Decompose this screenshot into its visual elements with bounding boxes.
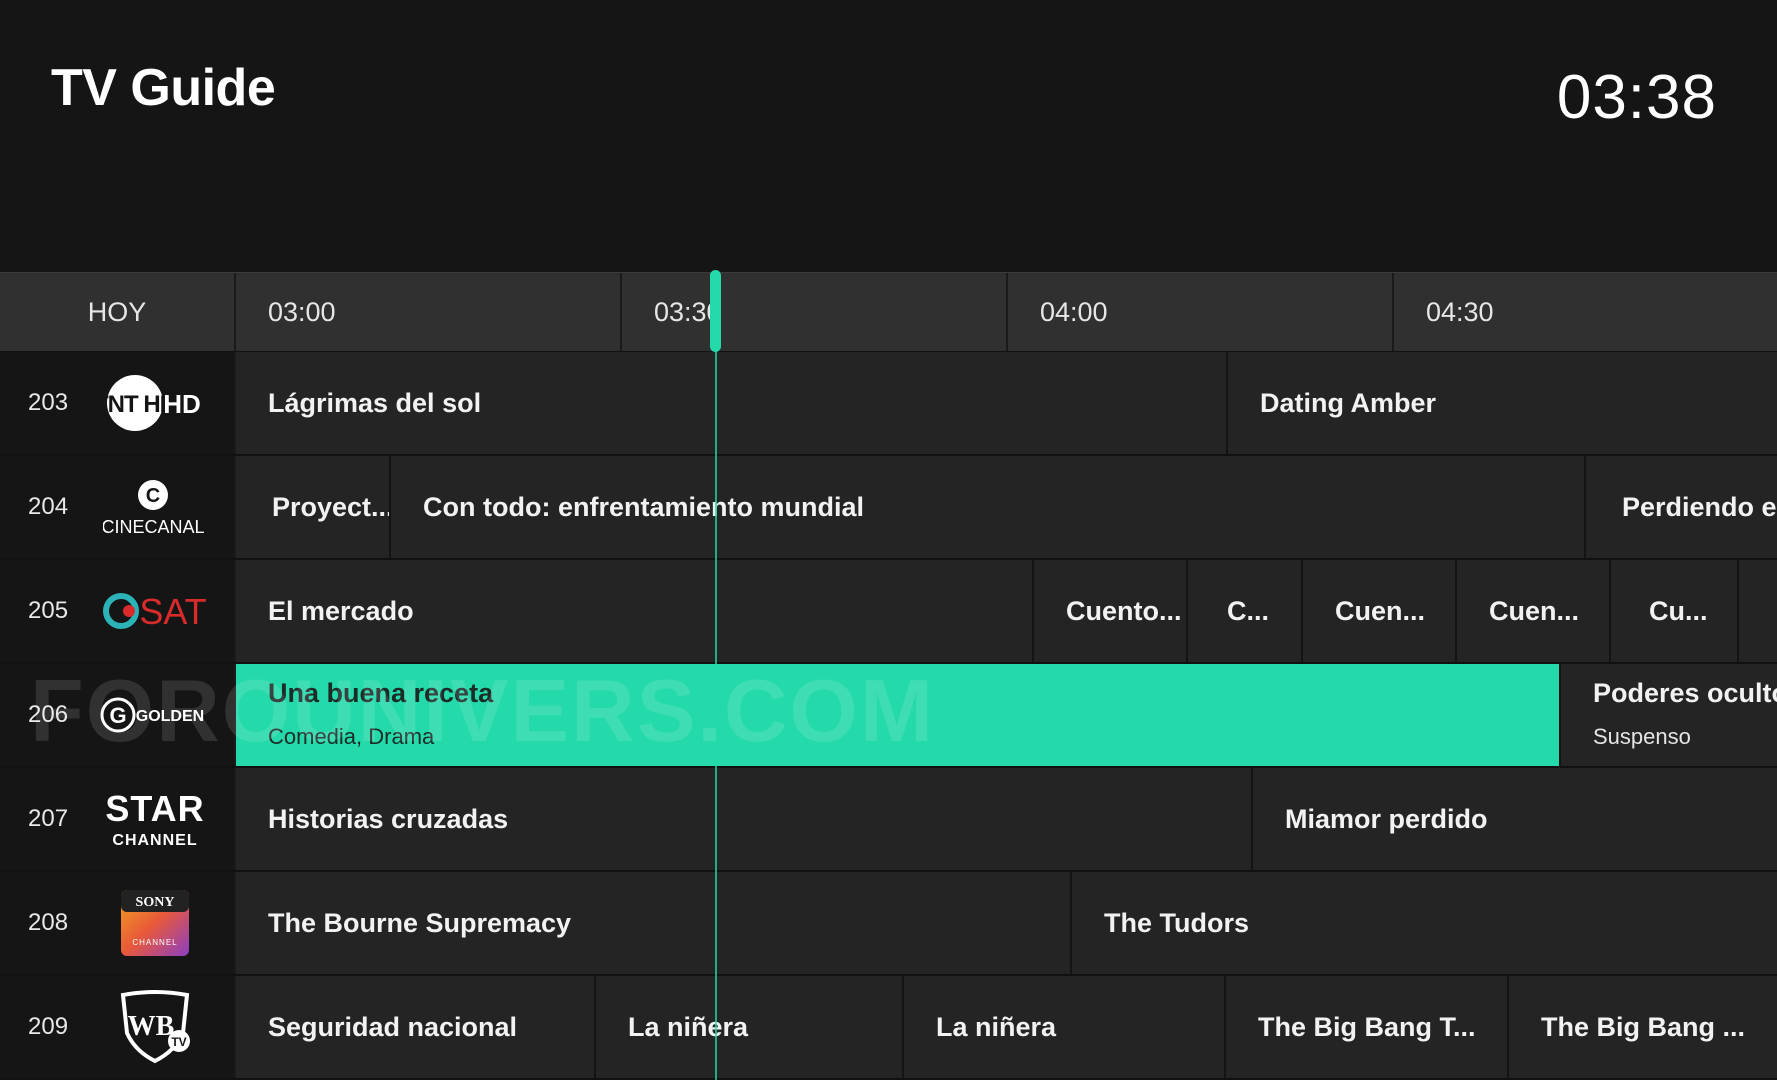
- program-title: Poderes ocultos: [1593, 678, 1777, 708]
- star-channel-logo: STAR CHANNEL: [100, 774, 210, 864]
- time-slot: 03:00: [236, 273, 622, 351]
- program-title: El mercado: [268, 595, 414, 626]
- program-cell[interactable]: Lágrimas del sol: [236, 352, 1228, 454]
- program-cell[interactable]: La niñera: [904, 976, 1226, 1078]
- time-slot: 04:30: [1426, 296, 1494, 327]
- program-cell[interactable]: Proyect...: [236, 456, 391, 558]
- sony-channel-logo: SONY CHANNEL: [100, 878, 210, 968]
- svg-text:STAR: STAR: [105, 788, 204, 829]
- timeline-header: HOY 03:00 03:30 04:00 04:30: [0, 272, 1777, 353]
- channel-row-208: 208 SONY CHANNEL The Bourne Supremacy Th…: [0, 872, 1777, 976]
- program-title: C...: [1227, 595, 1270, 626]
- program-cell[interactable]: Con todo: enfrentamiento mundial: [391, 456, 1586, 558]
- svg-text:CHANNEL: CHANNEL: [112, 832, 197, 849]
- program-title: Dating Amber: [1260, 387, 1437, 418]
- channel-number: 204: [28, 493, 69, 520]
- program-title: Cuen...: [1335, 595, 1426, 626]
- channel-cell[interactable]: 206 G GOLDEN: [0, 664, 236, 766]
- svg-text:GOLDEN: GOLDEN: [136, 708, 204, 725]
- svg-text:G: G: [109, 703, 126, 728]
- program-cell[interactable]: Perdiendo el: [1586, 456, 1777, 558]
- program-title: The Big Bang ...: [1541, 1011, 1746, 1042]
- program-cell[interactable]: C...: [1188, 560, 1303, 662]
- program-title: Cu...: [1649, 595, 1708, 626]
- program-title: Una buena receta: [268, 678, 494, 708]
- program-cell[interactable]: [1739, 560, 1777, 662]
- current-time-line: [715, 350, 717, 1080]
- program-cell[interactable]: Miamor perdido: [1253, 768, 1777, 870]
- program-title: Cuen...: [1489, 595, 1580, 626]
- current-time-marker: [710, 270, 721, 352]
- channel-row-207: 207 STAR CHANNEL Historias cruzadas Miam…: [0, 768, 1777, 872]
- program-cell[interactable]: El mercado: [236, 560, 1034, 662]
- program-title: Historias cruzadas: [268, 803, 509, 834]
- svg-text:TV: TV: [171, 1035, 186, 1049]
- program-cell[interactable]: Cuento...: [1034, 560, 1188, 662]
- svg-text:SONY: SONY: [136, 895, 175, 910]
- program-cell[interactable]: Cuen...: [1303, 560, 1457, 662]
- channel-cell[interactable]: 207 STAR CHANNEL: [0, 768, 236, 870]
- channel-row-204: 204 C CINECANAL Proyect... Con todo: enf…: [0, 456, 1777, 560]
- clock: 03:38: [1556, 63, 1717, 132]
- channel-row-209: 209 WB TV Seguridad nacional La niñera L…: [0, 976, 1777, 1080]
- program-title: La niñera: [628, 1011, 749, 1042]
- program-title: Proyect...: [272, 491, 391, 522]
- program-title: Seguridad nacional: [268, 1011, 518, 1042]
- program-cell[interactable]: Cu...: [1611, 560, 1739, 662]
- channel-cell[interactable]: 203 TNT HD HD: [0, 352, 236, 454]
- program-cell[interactable]: Dating Amber: [1228, 352, 1777, 454]
- program-title: Cuento...: [1066, 595, 1182, 626]
- program-title: Miamor perdido: [1285, 803, 1488, 834]
- channel-cell[interactable]: 208 SONY CHANNEL: [0, 872, 236, 974]
- program-title: The Bourne Supremacy: [268, 907, 572, 938]
- program-title: Con todo: enfrentamiento mundial: [423, 491, 864, 522]
- program-cell[interactable]: Cuen...: [1457, 560, 1611, 662]
- day-label: HOY: [0, 273, 236, 351]
- channel-number: 203: [28, 389, 69, 416]
- program-cell[interactable]: La niñera: [596, 976, 904, 1078]
- svg-text:CINECANAL: CINECANAL: [103, 517, 205, 537]
- channel-number: 208: [28, 909, 69, 936]
- svg-text:CHANNEL: CHANNEL: [132, 938, 177, 947]
- program-title: Perdiendo el: [1622, 491, 1777, 522]
- time-slot: 04:00: [1008, 273, 1394, 351]
- program-title: The Big Bang T...: [1258, 1011, 1476, 1042]
- channel-number: 206: [28, 701, 69, 728]
- program-cell[interactable]: Seguridad nacional: [236, 976, 596, 1078]
- program-title: Lágrimas del sol: [268, 387, 482, 418]
- program-cell[interactable]: Historias cruzadas: [236, 768, 1253, 870]
- svg-text:C: C: [146, 485, 160, 507]
- svg-text:WB: WB: [128, 1011, 175, 1042]
- channel-row-206: 206 G GOLDEN Una buena receta Comedia, D…: [0, 664, 1777, 768]
- program-cell[interactable]: The Big Bang ...: [1509, 976, 1777, 1078]
- program-title: La niñera: [936, 1011, 1057, 1042]
- program-cell[interactable]: Poderes ocultos Suspenso: [1561, 664, 1777, 766]
- golden-logo: G GOLDEN: [100, 670, 210, 760]
- channel-row-205: 205 SAT El mercado Cuento... C... Cuen..…: [0, 560, 1777, 664]
- channel-row-203: 203 TNT HD HD Lágrimas del sol Dating Am…: [0, 352, 1777, 456]
- program-cell[interactable]: The Big Bang T...: [1226, 976, 1509, 1078]
- channel-number: 209: [28, 1013, 69, 1040]
- program-title: The Tudors: [1104, 907, 1249, 938]
- channel-number: 205: [28, 597, 69, 624]
- warner-tv-logo: WB TV: [100, 982, 210, 1072]
- program-cell[interactable]: The Bourne Supremacy: [236, 872, 1072, 974]
- channel-cell[interactable]: 209 WB TV: [0, 976, 236, 1078]
- time-slot: 03:30: [622, 273, 1008, 351]
- program-cell-selected[interactable]: Una buena receta Comedia, Drama: [236, 664, 1561, 766]
- cinecanal-logo: C CINECANAL: [100, 462, 210, 552]
- program-genre: Suspenso: [1593, 724, 1691, 749]
- channel-number: 207: [28, 805, 69, 832]
- svg-text:HD: HD: [163, 389, 201, 419]
- svg-text:SAT: SAT: [139, 591, 206, 632]
- channel-cell[interactable]: 205 SAT: [0, 560, 236, 662]
- program-cell[interactable]: The Tudors: [1072, 872, 1777, 974]
- page-title: TV Guide: [51, 59, 276, 117]
- csat-logo: SAT: [100, 566, 210, 656]
- channel-cell[interactable]: 204 C CINECANAL: [0, 456, 236, 558]
- tnt-hd-logo: TNT HD HD: [100, 358, 210, 448]
- program-genre: Comedia, Drama: [268, 724, 435, 749]
